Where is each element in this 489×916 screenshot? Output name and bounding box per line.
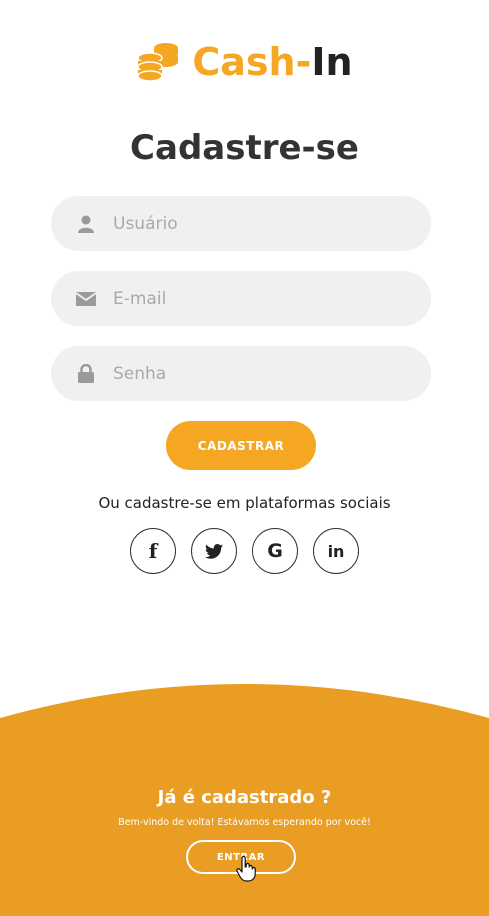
facebook-icon: f [148,539,158,563]
email-input[interactable] [113,288,403,309]
twitter-button[interactable] [191,528,237,574]
social-login-text: Ou cadastre-se em plataformas sociais [98,494,391,512]
google-icon: G [267,540,283,562]
username-input[interactable] [113,213,403,234]
username-field [51,196,431,251]
password-input[interactable] [113,363,403,384]
linkedin-button[interactable]: in [313,528,359,574]
lock-icon [76,364,96,384]
register-button[interactable]: CADASTRAR [166,421,316,470]
password-field [51,346,431,401]
welcome-back-text: Bem-vindo de volta! Estávamos esperando … [118,817,371,828]
coins-icon [137,43,179,82]
linkedin-icon: in [327,541,345,561]
email-field [51,271,431,326]
logo: Cash-In [0,40,489,84]
google-button[interactable]: G [252,528,298,574]
logo-text-part2: In [311,40,353,84]
page-title: Cadastre-se [130,128,359,168]
social-buttons: f G in [0,528,489,574]
hand-cursor-icon [236,856,256,882]
already-registered-title: Já é cadastrado ? [157,787,332,808]
envelope-icon [76,289,96,309]
twitter-icon [205,543,223,559]
logo-text-part1: Cash- [192,40,312,84]
logo-text: Cash-In [192,40,352,84]
user-icon [76,214,96,234]
facebook-button[interactable]: f [130,528,176,574]
